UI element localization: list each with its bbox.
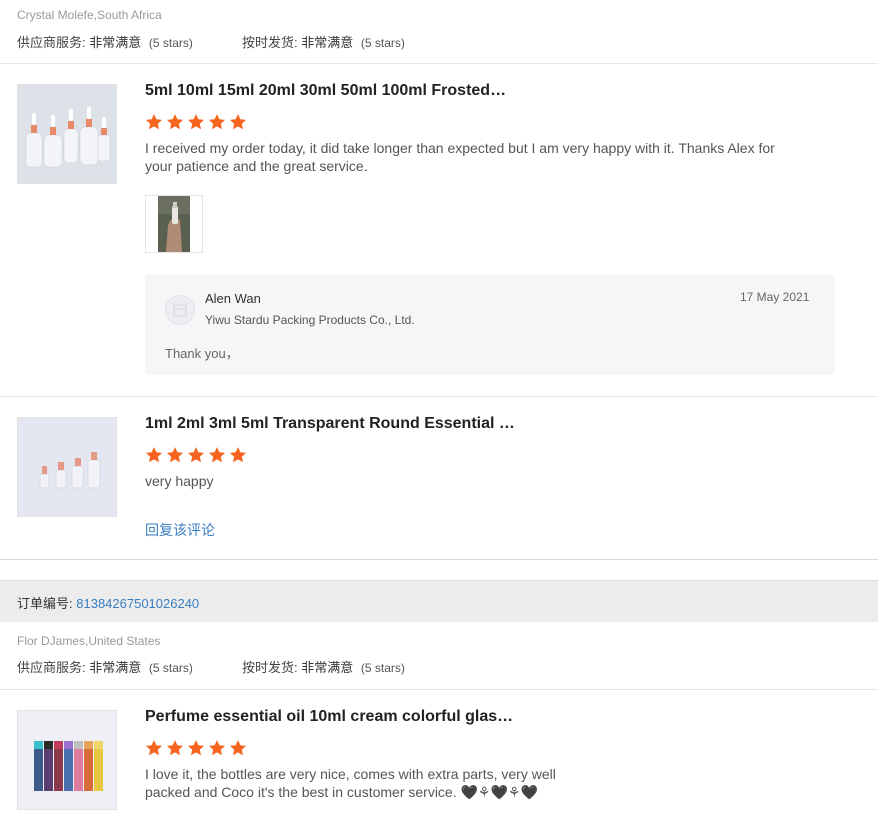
star-icon [208,114,226,130]
star-icon [187,114,205,130]
ontime-stars: (5 stars) [360,36,405,50]
star-icon [166,114,184,130]
seller-company: Yiwu Stardu Packing Products Co., Ltd. [205,313,415,327]
supplier-service-rating: 供应商服务: 非常满意 (5 stars) [17,657,193,676]
star-icon [229,447,247,463]
supplier-service-value: 非常满意 [89,35,142,50]
review-comment-line: I love it, the bottles are very nice, co… [145,766,556,782]
transparent-bottles-image [18,418,116,516]
star-icon [187,740,205,756]
star-icon [166,447,184,463]
star-icon [208,740,226,756]
supplier-service-stars: (5 stars) [148,36,193,50]
product-thumbnail[interactable] [17,84,117,184]
divider [0,689,878,690]
store-icon [173,304,187,317]
order-number-row: 订单编号: 81384267501026240 [17,593,199,612]
star-icon [166,740,184,756]
supplier-service-stars: (5 stars) [148,661,193,675]
frosted-bottles-image [18,85,116,183]
divider [0,396,878,397]
buyer-name: Crystal Molefe,South Africa [17,8,162,22]
ontime-delivery-rating: 按时发货: 非常满意 (5 stars) [242,657,405,676]
product-title[interactable]: 1ml 2ml 3ml 5ml Transparent Round Essent… [145,415,515,433]
supplier-service-label: 供应商服务: [17,35,86,50]
supplier-service-label: 供应商服务: [17,660,86,675]
supplier-service-value: 非常满意 [89,660,142,675]
ontime-stars: (5 stars) [360,661,405,675]
reply-text: Thank you， [165,346,239,361]
star-icon [229,740,247,756]
star-icon [145,740,163,756]
seller-name: Alen Wan [205,291,261,306]
colorful-roller-bottles-image [18,711,116,809]
review-comment-line: packed and Coco it's the best in custome… [145,784,538,800]
star-icon [145,447,163,463]
star-rating [145,739,247,759]
divider [0,559,878,560]
star-icon [208,447,226,463]
order-number-link[interactable]: 81384267501026240 [76,596,199,611]
reply-to-review-link[interactable]: 回复该评论 [145,520,215,540]
star-rating [145,113,247,133]
review-comment: I received my order today, it did take l… [145,140,775,174]
divider [0,63,878,64]
reply-date: 17 May 2021 [740,290,810,304]
star-icon [145,114,163,130]
product-thumbnail[interactable] [17,417,117,517]
hand-bottle-photo [158,196,190,252]
review-comment: very happy [145,473,214,489]
ontime-value: 非常满意 [301,35,354,50]
star-icon [229,114,247,130]
star-icon [187,447,205,463]
review-photo[interactable] [145,195,203,253]
star-rating [145,446,247,466]
buyer-name: Flor DJames,United States [17,634,161,648]
product-title[interactable]: Perfume essential oil 10ml cream colorfu… [145,708,513,726]
ontime-label: 按时发货: [242,660,298,675]
order-number-label: 订单编号: [17,596,73,611]
product-title[interactable]: 5ml 10ml 15ml 20ml 30ml 50ml 100ml Frost… [145,82,506,100]
ontime-delivery-rating: 按时发货: 非常满意 (5 stars) [242,32,405,51]
ontime-value: 非常满意 [301,660,354,675]
product-thumbnail[interactable] [17,710,117,810]
ontime-label: 按时发货: [242,35,298,50]
supplier-service-rating: 供应商服务: 非常满意 (5 stars) [17,32,193,51]
seller-avatar [165,295,195,325]
